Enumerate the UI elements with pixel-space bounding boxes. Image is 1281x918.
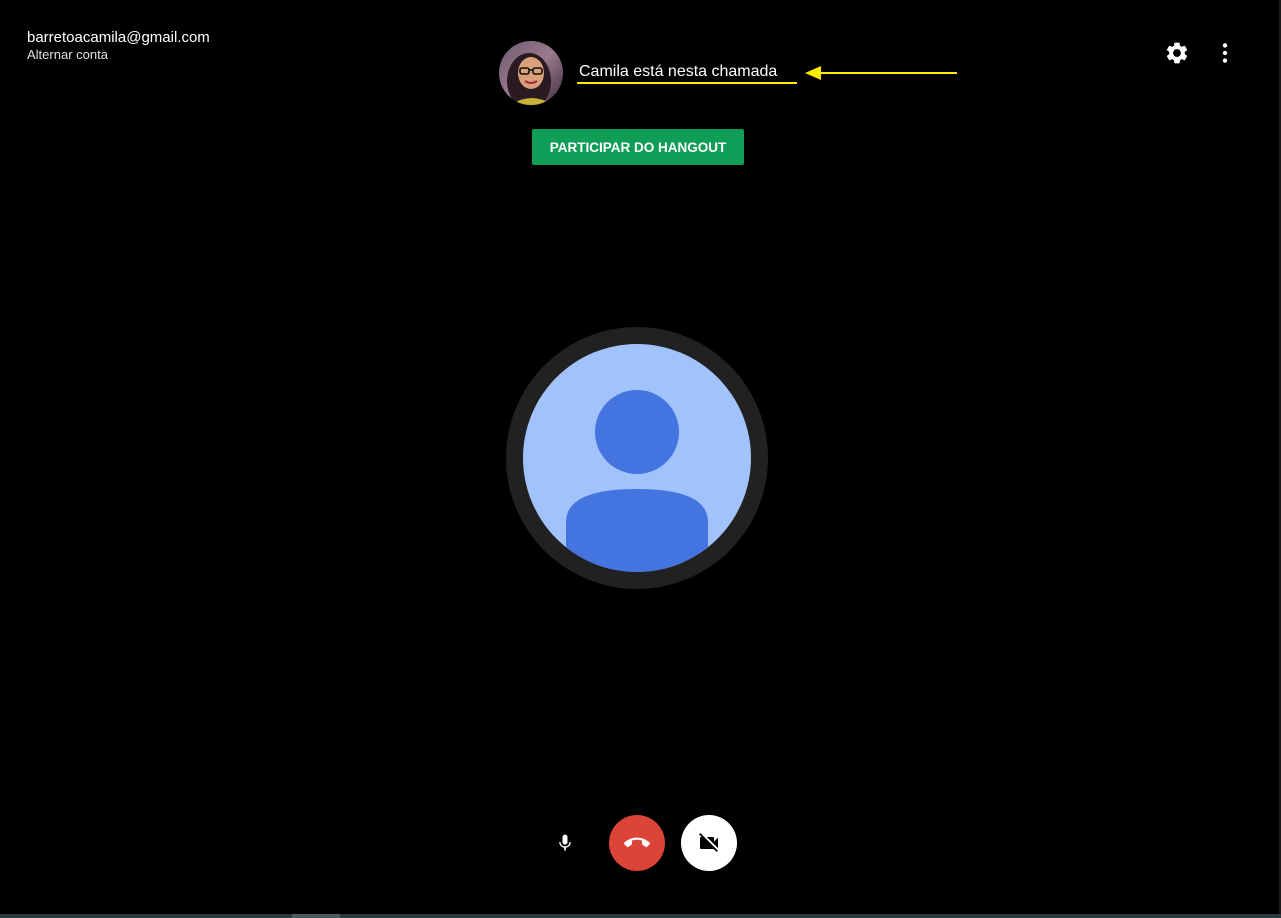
- annotation-arrow-icon: [805, 66, 957, 80]
- hangout-call-screen: barretoacamila@gmail.com Alternar conta …: [0, 0, 1281, 918]
- account-email: barretoacamila@gmail.com: [27, 29, 210, 46]
- annotation-underline: [577, 82, 797, 84]
- more-vert-icon: [1222, 43, 1228, 63]
- hangup-icon: [624, 837, 650, 848]
- more-options-button[interactable]: [1212, 40, 1238, 66]
- microphone-icon: [559, 834, 571, 851]
- gear-icon: [1166, 42, 1188, 64]
- default-avatar-icon: [506, 327, 768, 589]
- participant-photo: [499, 41, 563, 105]
- scrollbar-thumb[interactable]: [292, 914, 340, 918]
- microphone-button[interactable]: [549, 827, 581, 859]
- camera-off-icon: [699, 833, 718, 852]
- settings-button[interactable]: [1164, 40, 1190, 66]
- participant-status-text: Camila está nesta chamada: [579, 63, 778, 80]
- camera-toggle-button[interactable]: [681, 815, 737, 871]
- join-hangout-button[interactable]: PARTICIPAR DO HANGOUT: [532, 129, 744, 165]
- bottom-scrollbar[interactable]: [0, 914, 1281, 918]
- account-info: barretoacamila@gmail.com Alternar conta: [27, 30, 210, 61]
- hangup-button[interactable]: [609, 815, 665, 871]
- participant-avatar: [499, 41, 563, 105]
- switch-account-link[interactable]: Alternar conta: [27, 48, 210, 61]
